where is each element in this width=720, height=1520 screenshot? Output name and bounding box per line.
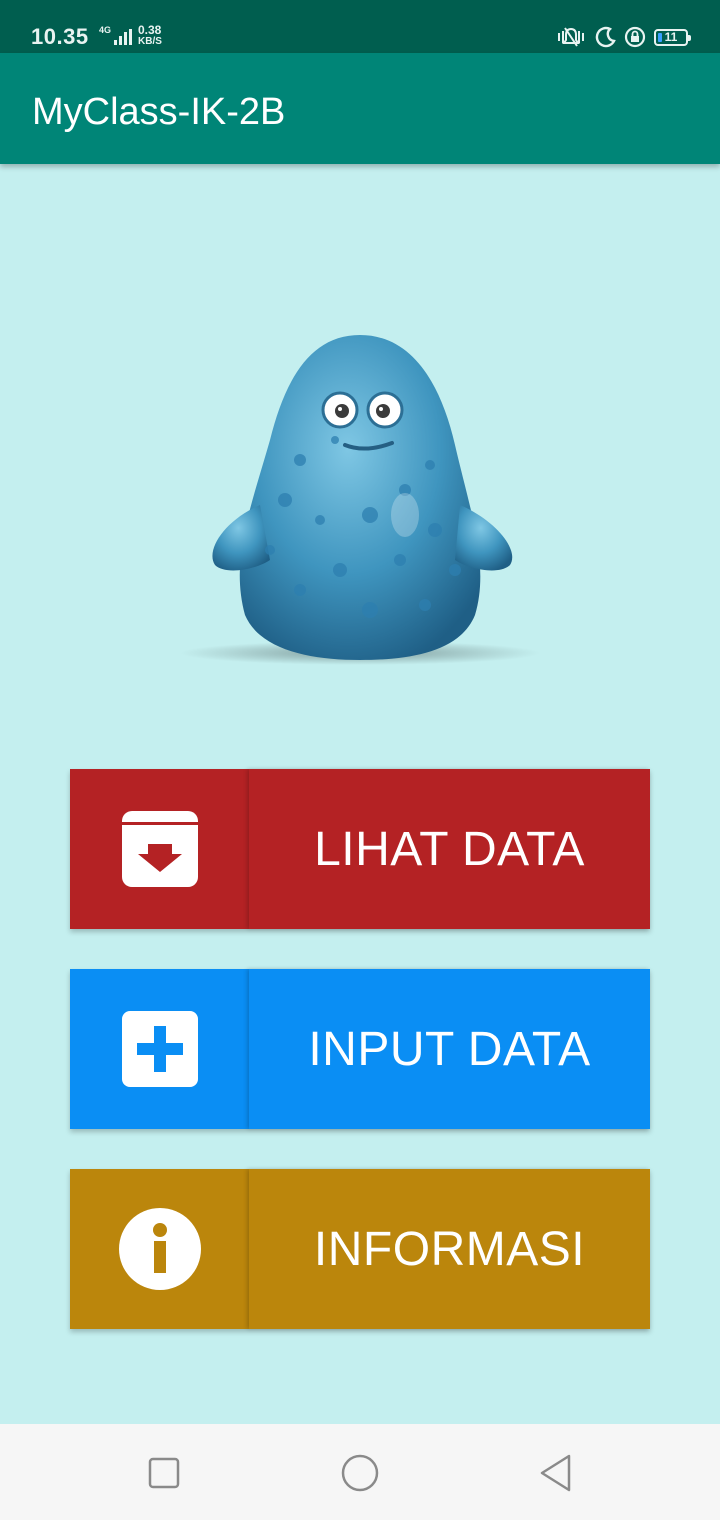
recents-square-icon[interactable] <box>139 1448 189 1498</box>
navigation-bar <box>0 1424 720 1520</box>
informasi-label: INFORMASI <box>249 1169 650 1329</box>
speed-unit: KB/S <box>138 36 162 47</box>
archive-down-icon <box>122 811 198 887</box>
battery-icon: 11 <box>654 28 691 46</box>
app-bar: MyClass-IK-2B <box>0 53 720 164</box>
lihat-data-button[interactable]: LIHAT DATA <box>70 769 650 929</box>
network-speed: 0.38 KB/S <box>138 24 162 48</box>
input-data-button[interactable]: INPUT DATA <box>70 969 650 1129</box>
input-data-label: INPUT DATA <box>249 969 650 1129</box>
informasi-button[interactable]: INFORMASI <box>70 1169 650 1329</box>
status-bar: 10.35 4G 0.38 KB/S 11 <box>0 0 720 53</box>
vibrate-icon <box>558 27 584 47</box>
signal-icon <box>114 29 132 45</box>
home-circle-icon[interactable] <box>335 1448 385 1498</box>
plus-box-icon <box>122 1011 198 1087</box>
lihat-data-label: LIHAT DATA <box>249 769 650 929</box>
mascot-image <box>180 335 540 665</box>
network-type: 4G <box>99 25 112 35</box>
lihat-data-icon-cell <box>70 769 249 929</box>
input-data-icon-cell <box>70 969 249 1129</box>
status-icons: 11 <box>556 25 691 49</box>
speed-value: 0.38 <box>138 23 162 37</box>
app-title: MyClass-IK-2B <box>32 91 286 133</box>
informasi-icon-cell <box>70 1169 249 1329</box>
status-time: 10.35 <box>31 24 89 49</box>
battery-level: 11 <box>664 30 678 44</box>
moon-icon <box>595 26 616 48</box>
info-icon <box>119 1208 201 1290</box>
back-triangle-icon[interactable] <box>531 1448 581 1498</box>
rotation-lock-icon <box>624 26 646 48</box>
